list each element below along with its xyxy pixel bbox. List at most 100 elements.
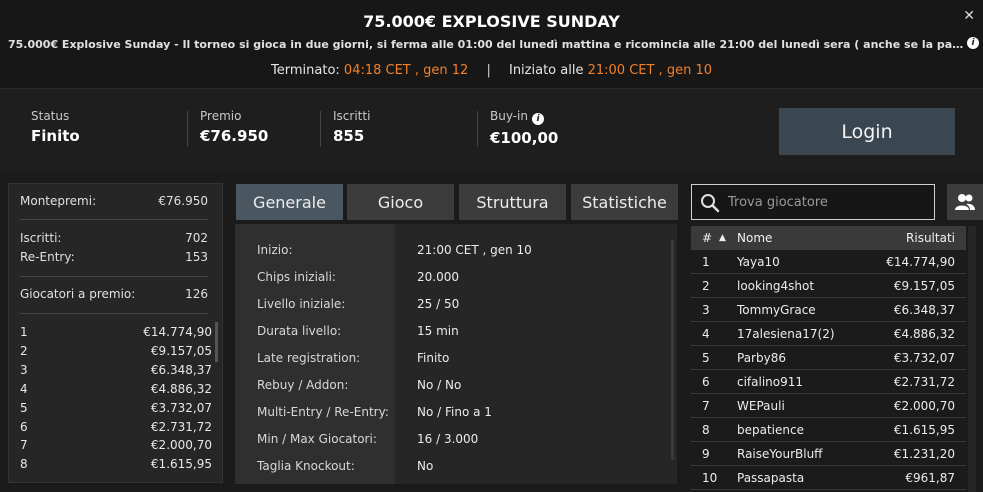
prize-position: 8 bbox=[20, 457, 28, 472]
table-row[interactable]: 6 cifalino911 €2.731,72 bbox=[691, 370, 966, 394]
info-value: Finito bbox=[417, 351, 450, 365]
info-value: 25 / 50 bbox=[417, 297, 460, 311]
table-row[interactable]: 2 looking4shot €9.157,05 bbox=[691, 274, 966, 298]
tab-generale[interactable]: Generale bbox=[236, 184, 343, 220]
result-name: bepatience bbox=[737, 423, 804, 437]
result-name: Yaya10 bbox=[737, 255, 780, 269]
result-position: 3 bbox=[702, 303, 710, 317]
prize-row: 5 €3.732,07 bbox=[20, 401, 212, 415]
table-row[interactable]: 10 Passapasta €961,87 bbox=[691, 466, 966, 490]
paid-value: 126 bbox=[185, 287, 208, 301]
result-amount: €1.231,20 bbox=[893, 447, 955, 461]
prize-amount: €2.731,72 bbox=[150, 419, 212, 434]
prize-amount: €6.348,37 bbox=[150, 362, 212, 377]
prize-label: Premio bbox=[200, 109, 242, 123]
divider bbox=[320, 111, 321, 147]
prize-row: 8 €1.615,95 bbox=[20, 457, 212, 471]
info-icon[interactable]: i bbox=[532, 113, 544, 125]
tab-statistiche[interactable]: Statistiche bbox=[571, 184, 678, 220]
info-label: Min / Max Giocatori: bbox=[257, 432, 377, 446]
col-name[interactable]: Nome bbox=[737, 231, 772, 245]
prize-amount: €9.157,05 bbox=[150, 343, 212, 358]
result-amount: €961,87 bbox=[905, 471, 955, 485]
table-row[interactable]: 3 TommyGrace €6.348,37 bbox=[691, 298, 966, 322]
info-value: 21:00 CET , gen 10 bbox=[417, 243, 532, 257]
table-row[interactable]: 4 17alesiena17(2) €4.886,32 bbox=[691, 322, 966, 346]
info-value: 20.000 bbox=[417, 270, 459, 284]
sort-asc-icon[interactable]: ▲ bbox=[719, 233, 726, 243]
prize-position: 2 bbox=[20, 343, 28, 358]
col-pos[interactable]: # bbox=[702, 231, 712, 245]
player-search[interactable] bbox=[691, 184, 935, 220]
scrollbar[interactable] bbox=[968, 226, 976, 492]
col-result[interactable]: Risultati bbox=[906, 231, 955, 245]
prizepool-row: Montepremi: €76.950 bbox=[20, 194, 208, 208]
result-amount: €3.732,07 bbox=[893, 351, 955, 365]
entrants-value: 702 bbox=[185, 231, 208, 245]
table-row[interactable]: 5 Parby86 €3.732,07 bbox=[691, 346, 966, 370]
prize-position: 5 bbox=[20, 400, 28, 415]
prize-position: 6 bbox=[20, 419, 28, 434]
tab-struttura[interactable]: Struttura bbox=[459, 184, 566, 220]
buyin-label-wrap: Buy-in i bbox=[490, 109, 558, 125]
result-name: RaiseYourBluff bbox=[737, 447, 823, 461]
prize-amount: €4.886,32 bbox=[150, 381, 212, 396]
prize-amount: €2.000,70 bbox=[150, 438, 212, 453]
info-icon[interactable]: i bbox=[967, 37, 979, 49]
result-position: 5 bbox=[702, 351, 710, 365]
divider bbox=[20, 313, 208, 314]
result-name: 17alesiena17(2) bbox=[737, 327, 835, 341]
prize-amount: €14.774,90 bbox=[143, 325, 212, 339]
scrollbar[interactable] bbox=[215, 322, 218, 362]
info-label: Inizio: bbox=[257, 243, 293, 257]
result-name: looking4shot bbox=[737, 279, 815, 293]
divider bbox=[477, 111, 478, 147]
info-value: No / No bbox=[417, 378, 462, 392]
table-row[interactable]: 8 bepatience €1.615,95 bbox=[691, 418, 966, 442]
info-label: Multi-Entry / Re-Entry: bbox=[257, 405, 389, 419]
prize-value: €76.950 bbox=[200, 127, 269, 145]
prize-amount: €1.615,95 bbox=[150, 457, 212, 472]
result-name: TommyGrace bbox=[737, 303, 816, 317]
reentry-label: Re-Entry: bbox=[20, 250, 75, 264]
buyin-label: Buy-in bbox=[490, 109, 528, 123]
buyin-value: €100,00 bbox=[490, 129, 559, 147]
info-value: No bbox=[417, 459, 434, 473]
info-label: Late registration: bbox=[257, 351, 361, 365]
result-name: Parby86 bbox=[737, 351, 786, 365]
close-icon[interactable]: ✕ bbox=[963, 8, 975, 24]
search-input[interactable] bbox=[728, 187, 928, 217]
times-separator: | bbox=[486, 63, 491, 78]
players-button[interactable] bbox=[947, 184, 983, 220]
tournament-description: 75.000€ Explosive Sunday - Il torneo si … bbox=[8, 38, 968, 51]
result-position: 8 bbox=[702, 423, 710, 437]
result-name: WEPauli bbox=[737, 399, 785, 413]
prize-summary-panel: Montepremi: €76.950 Iscritti: 702 Re-Ent… bbox=[8, 183, 223, 483]
paid-label: Giocatori a premio: bbox=[20, 287, 136, 301]
divider bbox=[20, 219, 208, 220]
entrants-label: Iscritti: bbox=[20, 231, 62, 245]
scrollbar[interactable] bbox=[671, 240, 674, 460]
prize-position: 7 bbox=[20, 438, 28, 453]
info-label: Durata livello: bbox=[257, 324, 342, 338]
info-value: No / Fino a 1 bbox=[417, 405, 492, 419]
divider bbox=[187, 111, 188, 147]
general-info-panel: Inizio: 21:00 CET , gen 10 Chips iniziali:… bbox=[235, 224, 677, 484]
result-amount: €1.615,95 bbox=[893, 423, 955, 437]
result-amount: €2.000,70 bbox=[893, 399, 955, 413]
prize-row: 3 €6.348,37 bbox=[20, 363, 212, 377]
stat-prize: Premio €76.950 bbox=[200, 109, 268, 145]
table-row[interactable]: 1 Yaya10 €14.774,90 bbox=[691, 250, 966, 274]
prize-position: 3 bbox=[20, 362, 28, 377]
result-amount: €4.886,32 bbox=[893, 327, 955, 341]
prize-row: 1 €14.774,90 bbox=[20, 325, 212, 339]
entrants-label: Iscritti bbox=[333, 109, 371, 123]
table-row[interactable]: 9 RaiseYourBluff €1.231,20 bbox=[691, 442, 966, 466]
reentry-value: 153 bbox=[185, 250, 208, 264]
table-row[interactable]: 7 WEPauli €2.000,70 bbox=[691, 394, 966, 418]
tab-gioco[interactable]: Gioco bbox=[347, 184, 454, 220]
prize-amount: €3.732,07 bbox=[150, 400, 212, 415]
started-label: Iniziato alle bbox=[508, 63, 584, 78]
paid-row: Giocatori a premio: 126 bbox=[20, 287, 208, 301]
login-button[interactable]: Login bbox=[779, 108, 955, 155]
